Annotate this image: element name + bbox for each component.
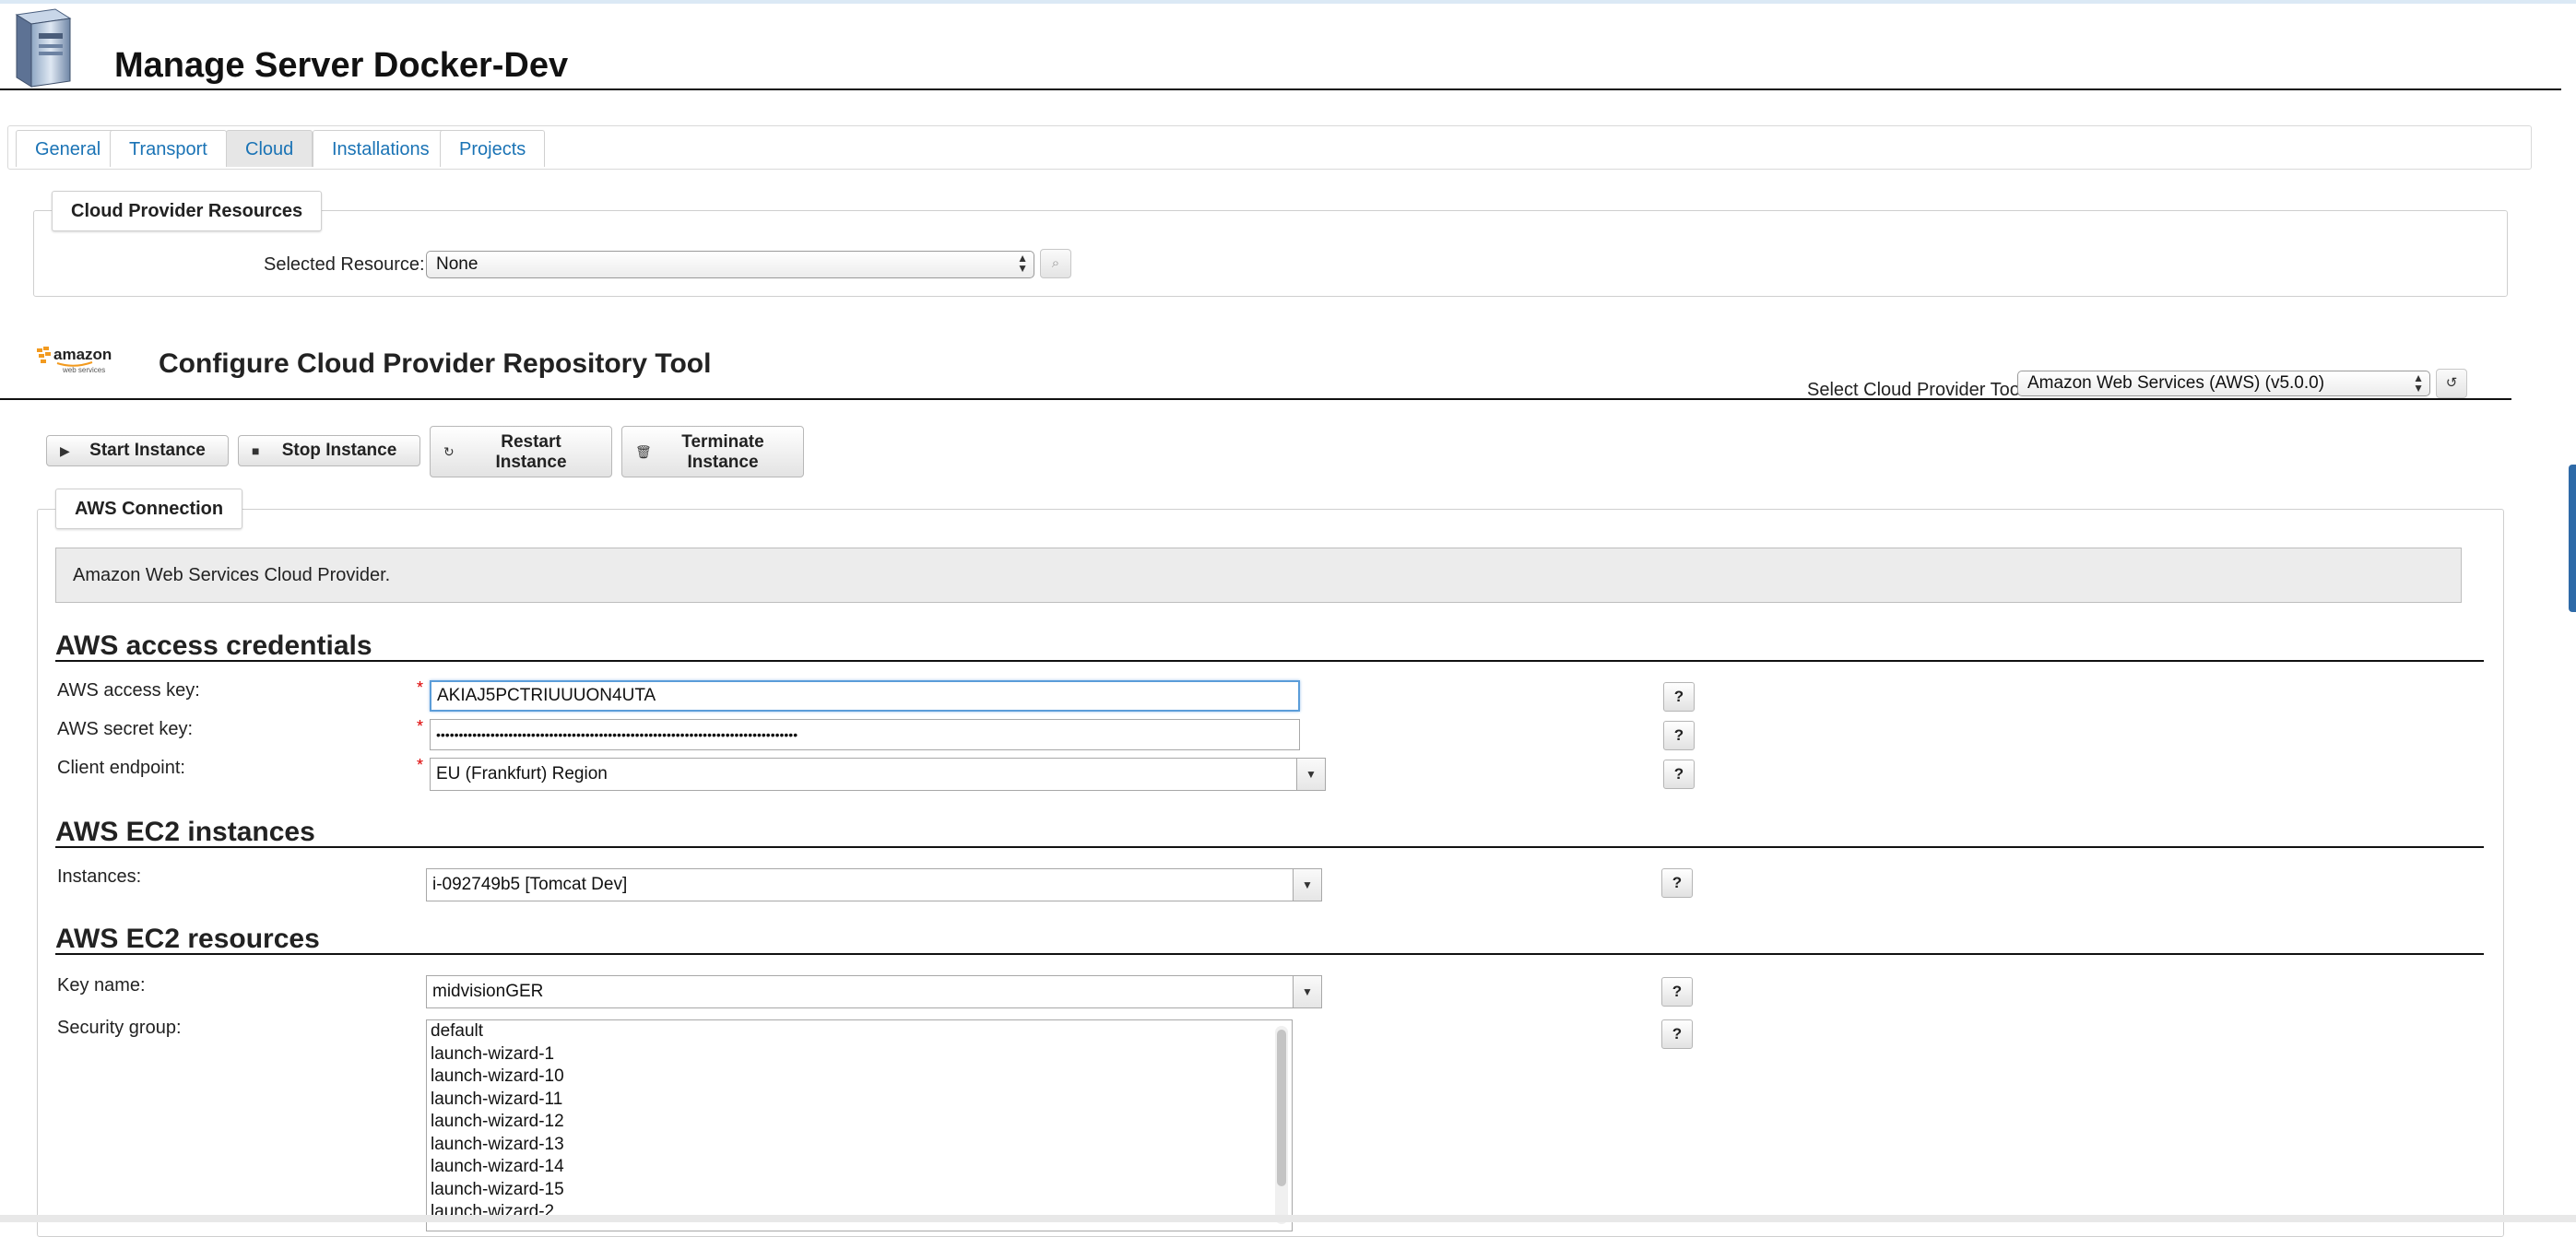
instances-value: i-092749b5 [Tomcat Dev] — [432, 875, 628, 894]
cloud-resources-panel — [33, 210, 2508, 297]
restart-icon: ↻ — [443, 444, 455, 459]
list-item[interactable]: launch-wizard-10 — [427, 1066, 1292, 1089]
aws-logo-text: amazon — [53, 346, 112, 363]
secret-key-label: AWS secret key: — [57, 719, 194, 739]
client-endpoint-combo[interactable]: EU (Frankfurt) Region ▼ — [430, 758, 1326, 791]
restart-instance-button[interactable]: ↻ Restart Instance — [430, 426, 612, 477]
list-item[interactable]: launch-wizard-11 — [427, 1089, 1292, 1112]
start-instance-button[interactable]: ▶ Start Instance — [46, 435, 229, 466]
tool-title: Configure Cloud Provider Repository Tool — [159, 348, 712, 379]
instances-title: AWS EC2 instances — [55, 817, 315, 847]
stop-icon: ■ — [252, 443, 260, 458]
refresh-tool-button[interactable]: ↺ — [2436, 369, 2467, 398]
client-endpoint-help-button[interactable]: ? — [1663, 760, 1695, 789]
required-marker: * — [417, 756, 424, 774]
provider-info-box: Amazon Web Services Cloud Provider. — [55, 548, 2462, 603]
list-item[interactable]: launch-wizard-13 — [427, 1134, 1292, 1157]
cloud-resources-legend: Cloud Provider Resources — [52, 191, 323, 231]
key-name-help-button[interactable]: ? — [1661, 977, 1693, 1007]
header-divider — [0, 88, 2561, 90]
page-title: Manage Server Docker-Dev — [114, 46, 569, 85]
credentials-divider — [55, 660, 2484, 662]
instances-divider — [55, 846, 2484, 848]
tab-transport[interactable]: Transport — [110, 130, 227, 167]
tool-divider — [0, 398, 2511, 400]
credentials-title: AWS access credentials — [55, 630, 372, 661]
required-marker: * — [417, 717, 424, 736]
listbox-scroll-thumb[interactable] — [1277, 1030, 1286, 1186]
access-key-help-button[interactable]: ? — [1663, 682, 1695, 712]
cloud-provider-tool-value: Amazon Web Services (AWS) (v5.0.0) — [2027, 373, 2325, 393]
security-group-listbox[interactable]: default launch-wizard-1 launch-wizard-10… — [426, 1019, 1293, 1231]
list-item[interactable]: launch-wizard-14 — [427, 1156, 1292, 1179]
client-endpoint-value: EU (Frankfurt) Region — [436, 764, 608, 783]
top-accent-line — [0, 0, 2576, 4]
instances-help-button[interactable]: ? — [1661, 868, 1693, 898]
security-group-label: Security group: — [57, 1018, 182, 1038]
security-group-help-button[interactable]: ? — [1661, 1019, 1693, 1049]
refresh-icon: ↺ — [2445, 375, 2458, 391]
play-icon: ▶ — [60, 443, 70, 458]
selected-resource-label: Selected Resource: — [264, 254, 425, 275]
select-arrows-icon: ▲ ▼ — [1017, 252, 1028, 275]
instances-label: Instances: — [57, 866, 142, 887]
chevron-down-icon[interactable]: ▼ — [1293, 869, 1321, 901]
chevron-down-icon[interactable]: ▼ — [1296, 759, 1325, 790]
key-name-label: Key name: — [57, 975, 146, 995]
secret-key-help-button[interactable]: ? — [1663, 721, 1695, 750]
aws-logo-subtext: web services — [62, 366, 105, 374]
stop-instance-button[interactable]: ■ Stop Instance — [238, 435, 420, 466]
terminate-instance-button[interactable]: 🗑 Terminate Instance — [621, 426, 804, 477]
client-endpoint-label: Client endpoint: — [57, 758, 185, 778]
chevron-down-icon[interactable]: ▼ — [1293, 976, 1321, 1007]
aws-connection-legend: AWS Connection — [55, 489, 243, 529]
search-icon: ⌕ — [1051, 255, 1060, 271]
selected-resource-select[interactable]: None ▲ ▼ — [426, 251, 1034, 278]
tab-installations[interactable]: Installations — [313, 130, 449, 167]
select-arrows-icon: ▲ ▼ — [2413, 371, 2424, 395]
aws-logo-icon: amazon web services — [37, 346, 112, 374]
list-item[interactable]: default — [427, 1020, 1292, 1043]
trash-icon: 🗑 — [635, 444, 652, 459]
side-panel-handle[interactable] — [2569, 465, 2576, 612]
access-key-label: AWS access key: — [57, 680, 200, 701]
resources-title: AWS EC2 resources — [55, 924, 320, 954]
search-resource-button[interactable]: ⌕ — [1040, 249, 1071, 278]
server-icon — [15, 8, 72, 88]
secret-key-input[interactable]: ••••••••••••••••••••••••••••••••••••••••… — [430, 719, 1300, 750]
selected-resource-value: None — [436, 254, 479, 274]
access-key-input[interactable]: AKIAJ5PCTRIUUUON4UTA — [430, 680, 1300, 712]
key-name-combo[interactable]: midvisionGER ▼ — [426, 975, 1322, 1008]
list-item[interactable]: launch-wizard-12 — [427, 1111, 1292, 1134]
cloud-provider-tool-select[interactable]: Amazon Web Services (AWS) (v5.0.0) ▲ ▼ — [2017, 371, 2430, 396]
instances-combo[interactable]: i-092749b5 [Tomcat Dev] ▼ — [426, 868, 1322, 901]
required-marker: * — [417, 678, 424, 697]
list-item[interactable]: launch-wizard-1 — [427, 1043, 1292, 1066]
tab-cloud[interactable]: Cloud — [226, 130, 313, 167]
key-name-value: midvisionGER — [432, 982, 544, 1001]
tab-general[interactable]: General — [16, 130, 121, 167]
window-bottom-bar — [0, 1215, 2576, 1222]
tab-projects[interactable]: Projects — [440, 130, 546, 167]
tab-bar: General Transport Cloud Installations Pr… — [7, 125, 2532, 170]
resources-divider — [55, 953, 2484, 955]
list-item[interactable]: launch-wizard-15 — [427, 1179, 1292, 1202]
